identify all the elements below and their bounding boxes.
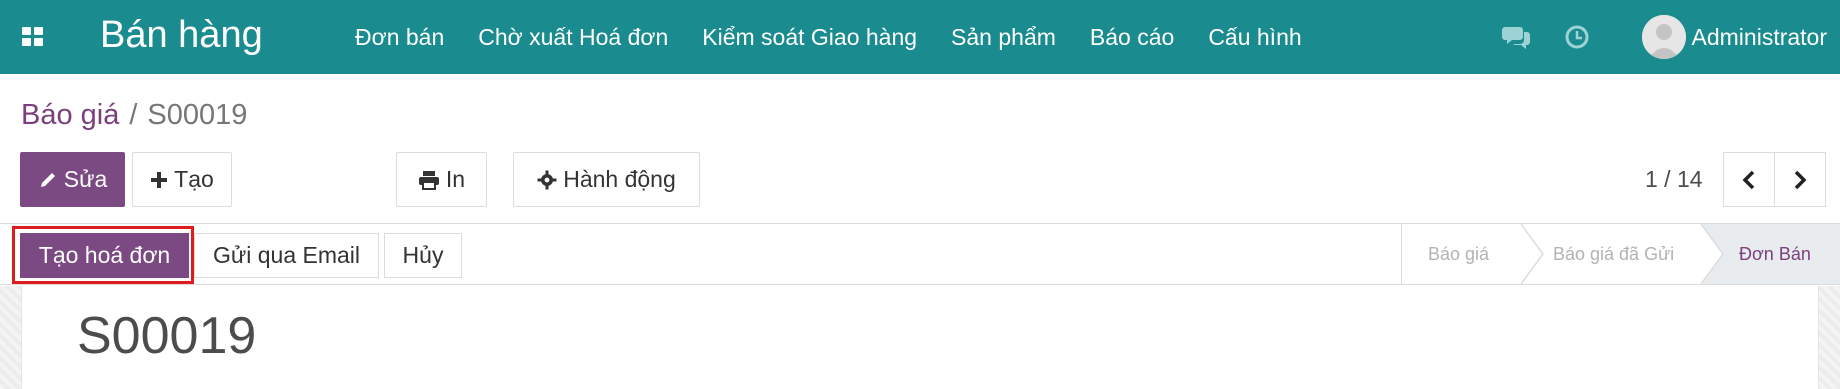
record-title: S00019 [77, 307, 257, 365]
user-avatar[interactable] [1641, 15, 1686, 59]
action-button[interactable]: Hành động [513, 152, 700, 207]
gear-icon [537, 170, 557, 189]
plus-icon [151, 171, 168, 188]
stage-quotation-sent[interactable]: Báo giá đã Gửi [1521, 224, 1701, 284]
main-menu: Đơn bán Chờ xuất Hoá đơn Kiểm soát Giao … [355, 0, 1319, 74]
app-title[interactable]: Bán hàng [100, 12, 263, 58]
edit-button[interactable]: Sửa [20, 152, 125, 207]
create-button-label: Tạo [174, 166, 214, 192]
pager-next-button[interactable] [1774, 152, 1826, 207]
chevron-right-icon [1794, 170, 1807, 189]
printer-icon [418, 170, 439, 190]
menu-item-to-invoice[interactable]: Chờ xuất Hoá đơn [461, 0, 685, 74]
menu-item-products[interactable]: Sản phẩm [934, 0, 1073, 74]
top-navbar: Bán hàng Đơn bán Chờ xuất Hoá đơn Kiểm s… [0, 0, 1840, 74]
breadcrumb-current: S00019 [147, 99, 248, 131]
apps-grid-icon[interactable] [22, 27, 44, 47]
stage-arrow-divider [1701, 224, 1724, 284]
menu-item-delivery-control[interactable]: Kiểm soát Giao hàng [685, 0, 934, 74]
user-name[interactable]: Administrator [1692, 24, 1827, 51]
create-button[interactable]: Tạo [132, 152, 232, 207]
create-invoice-button[interactable]: Tạo hoá đơn [20, 233, 189, 278]
print-button-label: In [445, 166, 466, 192]
chevron-left-icon [1742, 170, 1755, 189]
menu-item-reports[interactable]: Báo cáo [1073, 0, 1191, 74]
clock-icon[interactable] [1562, 22, 1592, 52]
pager-previous-button[interactable] [1723, 152, 1775, 207]
stage-quotation[interactable]: Báo giá [1401, 224, 1521, 284]
form-statusbar: Tạo hoá đơn Gửi qua Email Hủy Báo giá Bá… [0, 223, 1840, 285]
form-sheet: S00019 [21, 286, 1819, 389]
breadcrumb-parent-link[interactable]: Báo giá [21, 99, 119, 131]
print-button[interactable]: In [396, 152, 487, 207]
menu-item-orders[interactable]: Đơn bán [355, 0, 461, 74]
navbar-right: Administrator [1501, 0, 1827, 74]
breadcrumb-separator: / [129, 99, 138, 131]
breadcrumb: Báo giá / S00019 [21, 96, 247, 134]
chat-icon[interactable] [1501, 22, 1532, 52]
edit-button-label: Sửa [63, 166, 108, 192]
send-email-button[interactable]: Gửi qua Email [194, 233, 379, 278]
stage-arrow-divider [1521, 224, 1544, 284]
action-button-label: Hành động [563, 166, 676, 192]
cancel-order-button[interactable]: Hủy [384, 233, 462, 278]
pencil-icon [40, 172, 55, 187]
menu-item-configuration[interactable]: Cấu hình [1191, 0, 1318, 74]
pager-value[interactable]: 1 / 14 [1645, 152, 1703, 207]
stage-pipeline: Báo giá Báo giá đã Gửi Đơn Bán [1401, 224, 1840, 284]
